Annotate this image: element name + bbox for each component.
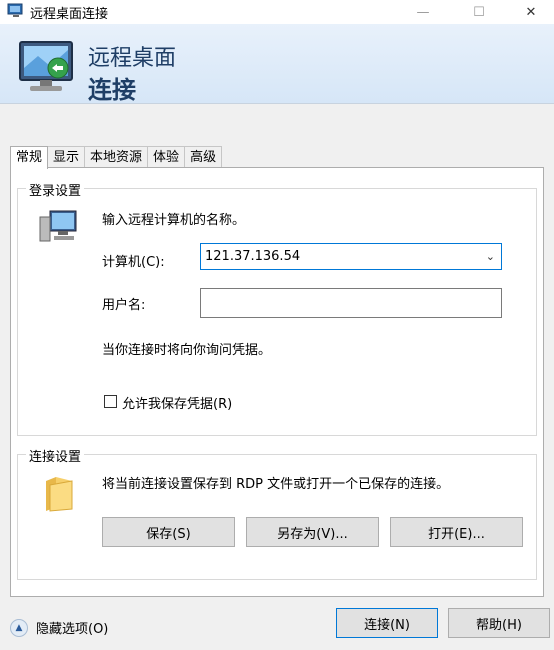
connection-description: 将当前连接设置保存到 RDP 文件或打开一个已保存的连接。 xyxy=(102,477,450,492)
help-button[interactable]: 帮助(H) xyxy=(448,608,550,638)
chevron-up-icon[interactable]: ▲ xyxy=(10,618,28,637)
save-credentials-checkbox[interactable] xyxy=(104,395,117,408)
save-button[interactable]: 保存(S) xyxy=(102,517,235,547)
header-banner: 远程桌面 连接 xyxy=(0,24,554,104)
computer-icon xyxy=(39,210,77,242)
connection-settings-group: 连接设置 将当前连接设置保存到 RDP 文件或打开一个已保存的连接。 保存(S)… xyxy=(17,446,537,580)
tab-general[interactable]: 常规 xyxy=(10,146,49,169)
logon-group-title: 登录设置 xyxy=(26,180,85,199)
logon-settings-group: 登录设置 输入远程计算机的名称。 计算机(C): 121.37.136.54 ⌄… xyxy=(17,180,537,436)
monitor-connection-icon xyxy=(19,41,73,91)
username-input[interactable] xyxy=(200,288,502,318)
tab-strip: 常规 显示 本地资源 体验 高级 xyxy=(10,146,223,169)
minimize-button[interactable]: — xyxy=(400,0,446,24)
folder-icon xyxy=(46,477,73,512)
open-button[interactable]: 打开(E)... xyxy=(390,517,523,547)
maximize-button[interactable]: ☐ xyxy=(456,0,502,24)
save-credentials-label[interactable]: 允许我保存凭据(R) xyxy=(122,393,232,412)
tab-advanced[interactable]: 高级 xyxy=(184,146,223,168)
username-label: 用户名: xyxy=(102,298,146,313)
close-button[interactable]: ✕ xyxy=(508,0,554,24)
save-as-button[interactable]: 另存为(V)... xyxy=(246,517,379,547)
chevron-down-icon[interactable]: ⌄ xyxy=(486,244,495,269)
connection-group-title: 连接设置 xyxy=(26,446,85,465)
hide-options-toggle[interactable]: ▲ 隐藏选项(O) xyxy=(10,618,108,637)
banner-title-line2: 连接 xyxy=(88,76,136,104)
hide-options-label[interactable]: 隐藏选项(O) xyxy=(36,618,108,637)
window-title: 远程桌面连接 xyxy=(30,7,109,22)
computer-label: 计算机(C): xyxy=(102,255,165,270)
tab-display[interactable]: 显示 xyxy=(47,146,86,168)
connect-button[interactable]: 连接(N) xyxy=(336,608,438,638)
remote-desktop-icon xyxy=(7,3,23,17)
title-bar: 远程桌面连接 — ☐ ✕ xyxy=(0,0,554,24)
credential-note: 当你连接时将向你询问凭据。 xyxy=(102,343,272,358)
computer-value: 121.37.136.54 xyxy=(205,249,301,264)
logon-instruction: 输入远程计算机的名称。 xyxy=(102,213,246,228)
tab-panel-general: 登录设置 输入远程计算机的名称。 计算机(C): 121.37.136.54 ⌄… xyxy=(10,167,544,597)
computer-combo[interactable]: 121.37.136.54 ⌄ xyxy=(200,243,502,270)
banner-title-line1: 远程桌面 xyxy=(88,46,177,71)
tab-local-resources[interactable]: 本地资源 xyxy=(84,146,149,168)
tab-experience[interactable]: 体验 xyxy=(147,146,186,168)
